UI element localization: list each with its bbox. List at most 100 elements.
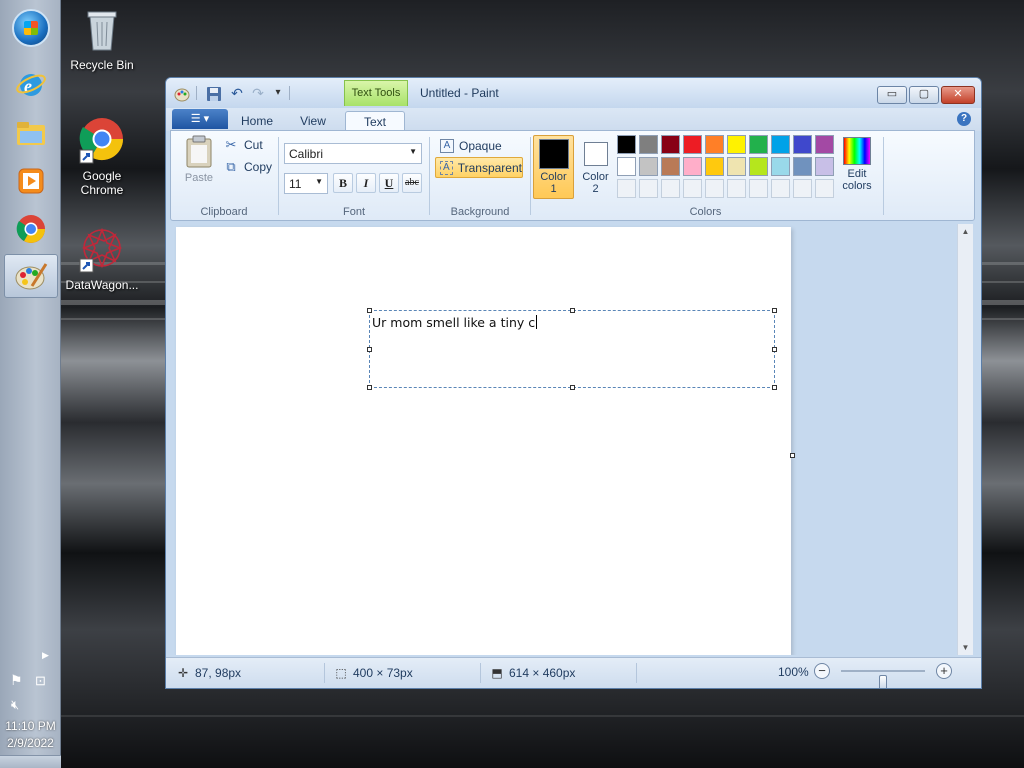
zoom-level: 100%: [778, 665, 809, 679]
palette-color-swatch[interactable]: [771, 135, 790, 154]
palette-color-swatch[interactable]: [683, 135, 702, 154]
action-center-flag-icon[interactable]: ⚑: [10, 672, 23, 689]
show-desktop-button[interactable]: [0, 755, 61, 768]
paint-menu-button[interactable]: ☰ ▾: [172, 109, 228, 129]
palette-color-swatch[interactable]: [749, 135, 768, 154]
palette-color-swatch[interactable]: [771, 157, 790, 176]
palette-color-swatch[interactable]: [815, 135, 834, 154]
edit-colors-button[interactable]: Edit colors: [839, 135, 875, 199]
maximize-button[interactable]: ▢: [909, 86, 939, 104]
desktop-icon-google-chrome[interactable]: Google Chrome: [60, 117, 144, 197]
palette-color-swatch[interactable]: [639, 157, 658, 176]
text-box[interactable]: Ur mom smell like a tiny c: [367, 308, 777, 390]
redo-icon[interactable]: ↷: [250, 86, 266, 100]
desktop-icon-recycle-bin[interactable]: Recycle Bin: [60, 6, 144, 72]
clipboard-group-label: Clipboard: [200, 206, 248, 218]
zoom-out-button[interactable]: −: [814, 663, 830, 679]
color1-button[interactable]: Color 1: [533, 135, 574, 199]
palette-custom-slot[interactable]: [771, 179, 790, 198]
save-icon[interactable]: [206, 86, 222, 101]
taskbar-paint[interactable]: [4, 254, 58, 298]
palette-custom-slot[interactable]: [639, 179, 658, 198]
undo-icon[interactable]: ↶: [229, 86, 245, 100]
canvas-size-icon: ⬒: [491, 666, 503, 680]
resize-handle-s[interactable]: [570, 385, 575, 390]
clock-date[interactable]: 2/9/2022: [0, 736, 61, 750]
resize-handle-w[interactable]: [367, 347, 372, 352]
paint-app-icon[interactable]: [174, 86, 190, 102]
minimize-button[interactable]: ▭: [877, 86, 907, 104]
palette-color-swatch[interactable]: [705, 157, 724, 176]
palette-color-swatch[interactable]: [727, 157, 746, 176]
clock-time[interactable]: 11:10 PM: [0, 719, 61, 733]
cut-button[interactable]: ✂ Cut: [223, 137, 263, 153]
underline-button[interactable]: U: [379, 173, 399, 193]
volume-muted-icon[interactable]: 🔇︎: [11, 697, 19, 713]
start-button[interactable]: [4, 6, 58, 50]
paste-button[interactable]: Paste: [179, 135, 219, 187]
palette-color-swatch[interactable]: [815, 157, 834, 176]
palette-color-swatch[interactable]: [793, 135, 812, 154]
bold-button[interactable]: B: [333, 173, 353, 193]
palette-color-swatch[interactable]: [661, 135, 680, 154]
desktop-icon-datawagon[interactable]: DataWagon...: [60, 226, 144, 292]
palette-custom-slot[interactable]: [661, 179, 680, 198]
show-hidden-icons-arrow[interactable]: ▶: [42, 650, 49, 661]
rainbow-palette-icon: [843, 137, 871, 165]
palette-color-swatch[interactable]: [705, 135, 724, 154]
resize-handle-se[interactable]: [772, 385, 777, 390]
opaque-button[interactable]: A Opaque: [435, 135, 523, 156]
palette-custom-slot[interactable]: [815, 179, 834, 198]
zoom-slider-thumb[interactable]: [879, 675, 887, 688]
copy-button[interactable]: ⧉ Copy: [223, 159, 272, 175]
palette-color-swatch[interactable]: [793, 157, 812, 176]
palette-color-swatch[interactable]: [661, 157, 680, 176]
color2-button[interactable]: Color 2: [575, 135, 616, 199]
resize-handle-ne[interactable]: [772, 308, 777, 313]
palette-color-swatch[interactable]: [727, 135, 746, 154]
strikethrough-button[interactable]: abc: [402, 173, 422, 193]
palette-color-swatch[interactable]: [749, 157, 768, 176]
zoom-slider[interactable]: [841, 670, 925, 688]
canvas-text[interactable]: Ur mom smell like a tiny c: [372, 315, 538, 330]
scroll-down-arrow[interactable]: ▼: [958, 643, 973, 652]
transparent-button[interactable]: A Transparent: [435, 157, 523, 178]
font-size-select[interactable]: 11 ▼: [284, 173, 328, 194]
palette-color-swatch[interactable]: [617, 135, 636, 154]
taskbar-file-explorer[interactable]: [4, 112, 58, 156]
palette-color-swatch[interactable]: [639, 135, 658, 154]
drawing-canvas[interactable]: Ur mom smell like a tiny c: [176, 227, 791, 655]
text-tools-contextual-tab: Text Tools: [344, 80, 408, 106]
palette-color-swatch[interactable]: [617, 157, 636, 176]
taskbar-media-player[interactable]: [4, 159, 58, 203]
close-button[interactable]: ✕: [941, 86, 975, 104]
tab-view[interactable]: View: [292, 111, 334, 131]
tab-text[interactable]: Text: [345, 111, 405, 131]
network-icon[interactable]: ⊡: [35, 673, 46, 689]
customize-qat-icon[interactable]: ▾: [270, 86, 286, 100]
canvas-resize-handle[interactable]: [790, 453, 795, 458]
paint-window: ↶ ↷ ▾ Text Tools Untitled - Paint ▭ ▢ ✕ …: [165, 77, 982, 689]
tab-home[interactable]: Home: [236, 111, 278, 131]
taskbar-internet-explorer[interactable]: e: [4, 62, 58, 106]
title-bar[interactable]: ↶ ↷ ▾ Text Tools Untitled - Paint ▭ ▢ ✕: [166, 78, 981, 108]
taskbar-chrome[interactable]: [4, 207, 58, 251]
palette-color-swatch[interactable]: [683, 157, 702, 176]
resize-handle-nw[interactable]: [367, 308, 372, 313]
palette-custom-slot[interactable]: [727, 179, 746, 198]
palette-custom-slot[interactable]: [793, 179, 812, 198]
italic-button[interactable]: I: [356, 173, 376, 193]
resize-handle-e[interactable]: [772, 347, 777, 352]
zoom-in-button[interactable]: +: [936, 663, 952, 679]
palette-custom-slot[interactable]: [617, 179, 636, 198]
resize-handle-sw[interactable]: [367, 385, 372, 390]
font-family-select[interactable]: Calibri ▼: [284, 143, 422, 164]
palette-custom-slot[interactable]: [705, 179, 724, 198]
desktop-icon-label: Google Chrome: [80, 169, 124, 197]
palette-custom-slot[interactable]: [683, 179, 702, 198]
palette-custom-slot[interactable]: [749, 179, 768, 198]
scroll-up-arrow[interactable]: ▲: [958, 227, 973, 236]
vertical-scrollbar[interactable]: ▲ ▼: [957, 224, 973, 655]
help-icon[interactable]: ?: [957, 112, 971, 126]
resize-handle-n[interactable]: [570, 308, 575, 313]
